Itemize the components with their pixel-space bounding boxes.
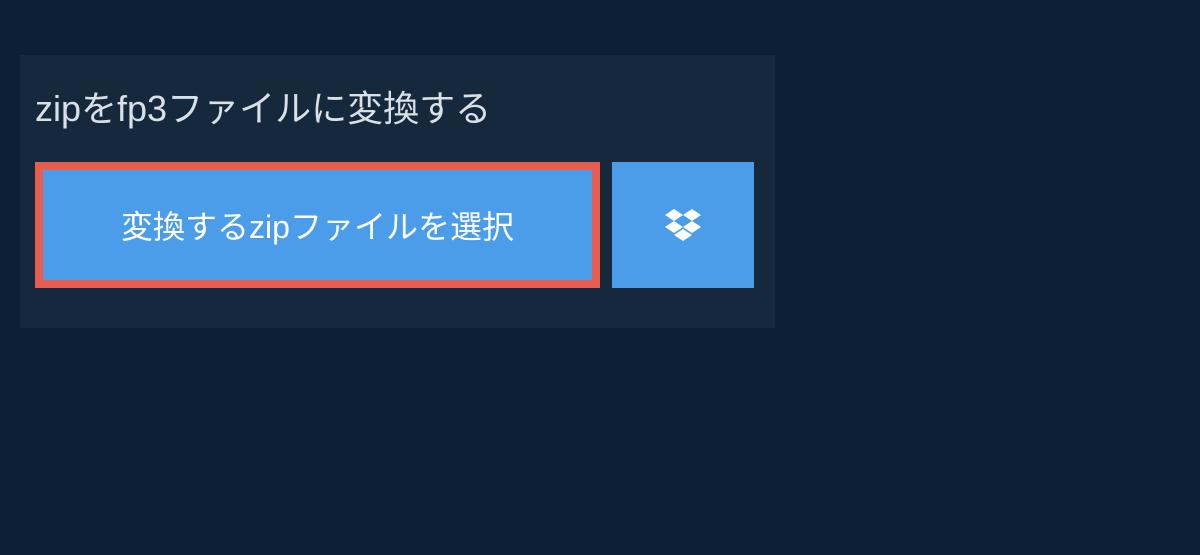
select-file-button-label: 変換するzipファイルを選択: [121, 202, 514, 248]
page-title: zipをfp3ファイルに変換する: [20, 55, 506, 162]
converter-panel: zipをfp3ファイルに変換する 変換するzipファイルを選択: [20, 55, 775, 328]
button-row: 変換するzipファイルを選択: [20, 162, 775, 288]
dropbox-button[interactable]: [612, 162, 754, 288]
select-file-button[interactable]: 変換するzipファイルを選択: [35, 162, 600, 288]
dropbox-icon: [665, 209, 701, 241]
